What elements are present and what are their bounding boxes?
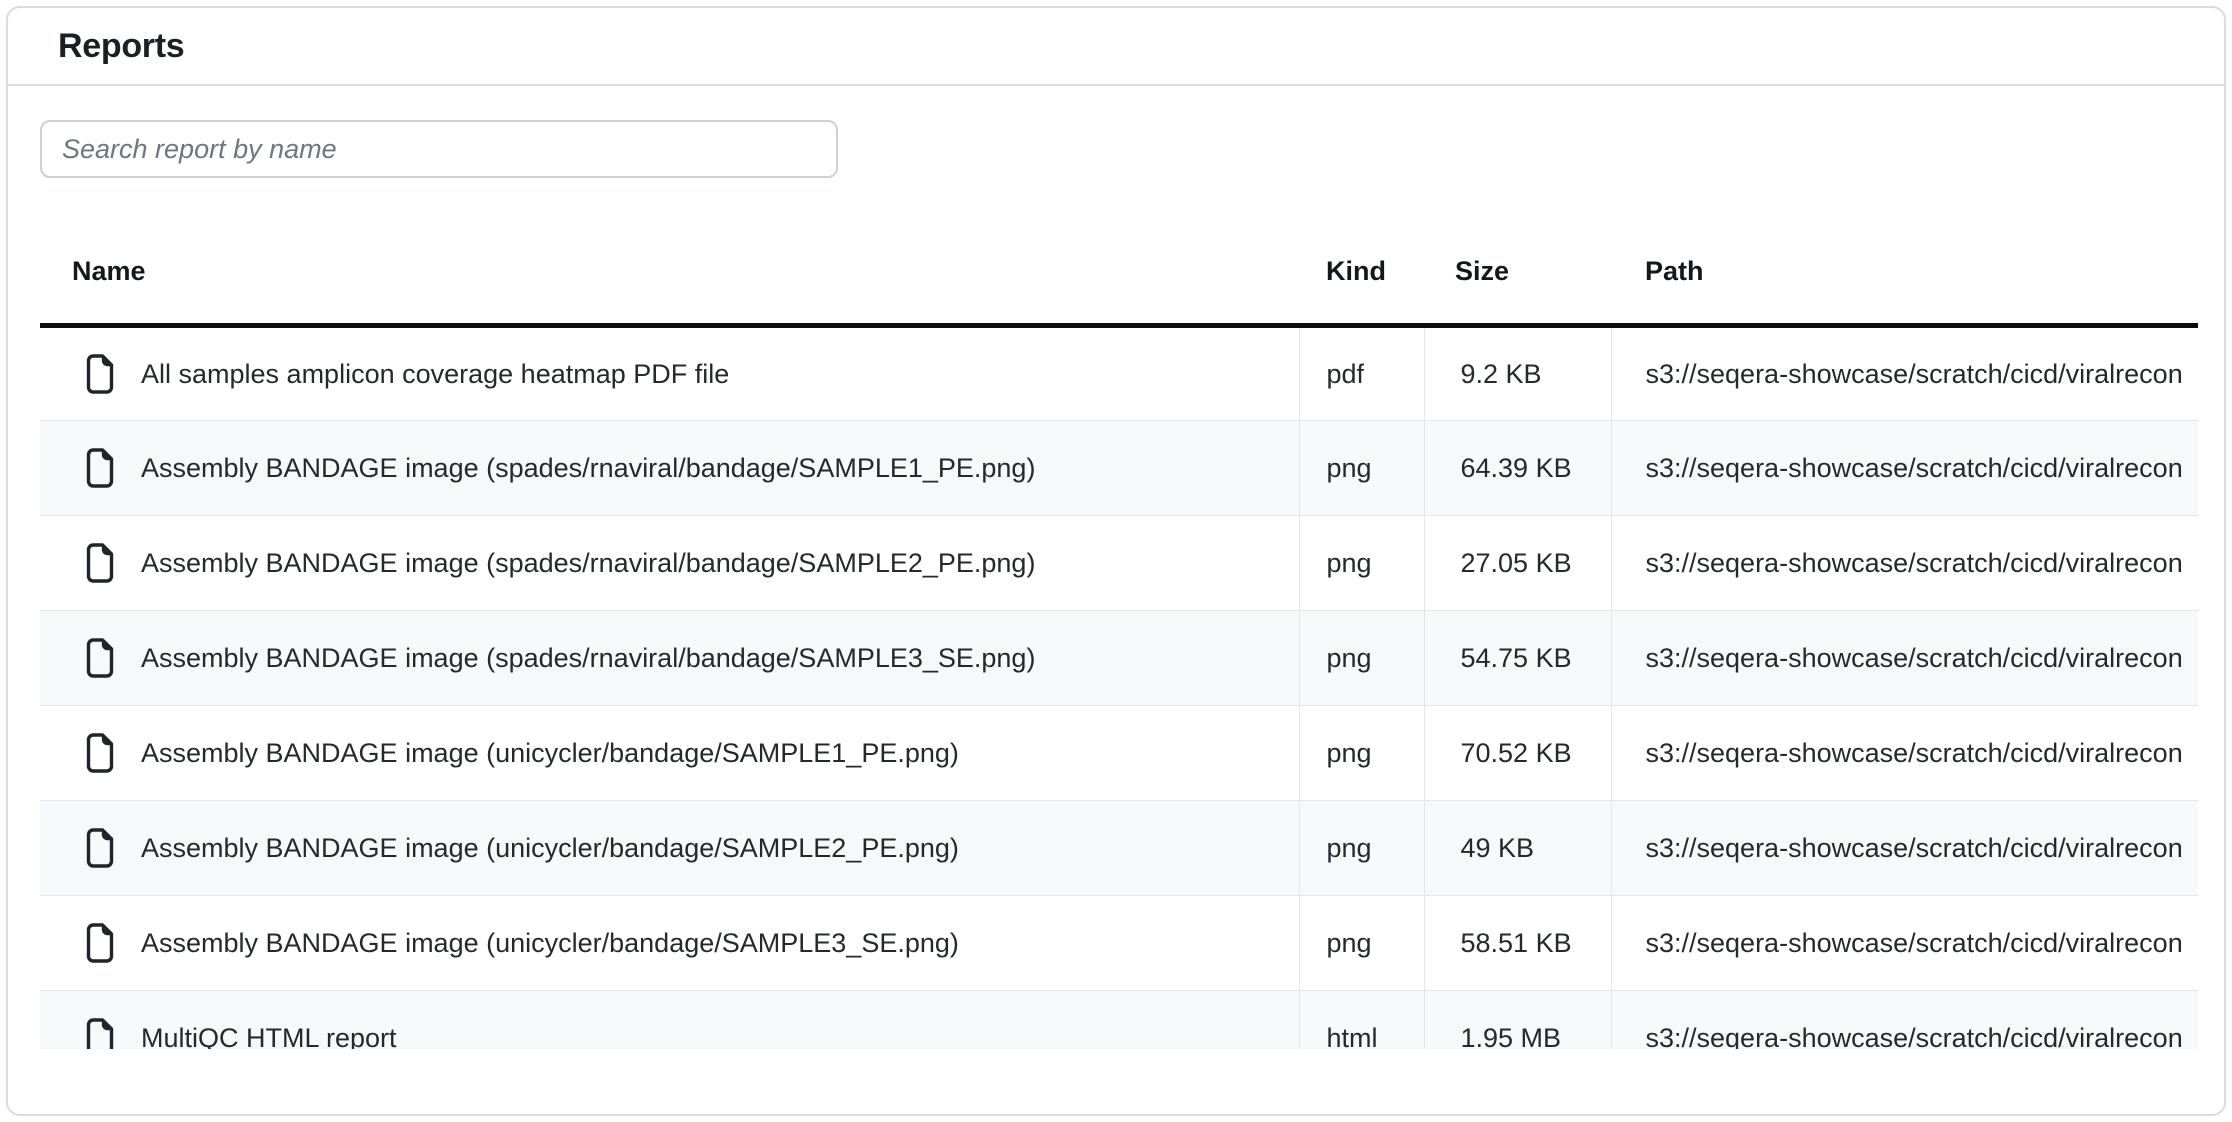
- file-earmark-icon: [85, 923, 115, 963]
- report-name-cell: Assembly BANDAGE image (unicycler/bandag…: [40, 896, 1299, 991]
- report-path: s3://seqera-showcase/scratch/cicd/viralr…: [1611, 516, 2198, 611]
- search-input[interactable]: [40, 120, 838, 178]
- table-header-row: Name Kind Size Path: [40, 232, 2198, 326]
- report-path: s3://seqera-showcase/scratch/cicd/viralr…: [1611, 896, 2198, 991]
- report-name-cell: Assembly BANDAGE image (unicycler/bandag…: [40, 801, 1299, 896]
- report-size: 27.05 KB: [1424, 516, 1611, 611]
- file-earmark-icon: [85, 733, 115, 773]
- report-kind: png: [1299, 611, 1424, 706]
- report-name: Assembly BANDAGE image (spades/rnaviral/…: [141, 453, 1035, 484]
- report-size: 1.95 MB: [1424, 991, 1611, 1050]
- table-row[interactable]: Assembly BANDAGE image (unicycler/bandag…: [40, 801, 2198, 896]
- table-row[interactable]: Assembly BANDAGE image (spades/rnaviral/…: [40, 421, 2198, 516]
- table-row[interactable]: Assembly BANDAGE image (unicycler/bandag…: [40, 706, 2198, 801]
- file-earmark-icon: [85, 1018, 115, 1049]
- column-header-size: Size: [1424, 232, 1611, 326]
- column-header-kind: Kind: [1299, 232, 1424, 326]
- file-earmark-icon: [85, 448, 115, 488]
- report-size: 64.39 KB: [1424, 421, 1611, 516]
- report-path: s3://seqera-showcase/scratch/cicd/viralr…: [1611, 991, 2198, 1050]
- report-path: s3://seqera-showcase/scratch/cicd/viralr…: [1611, 801, 2198, 896]
- report-name-cell: All samples amplicon coverage heatmap PD…: [40, 326, 1299, 421]
- report-kind: png: [1299, 706, 1424, 801]
- report-name: Assembly BANDAGE image (spades/rnaviral/…: [141, 548, 1035, 579]
- report-name: Assembly BANDAGE image (unicycler/bandag…: [141, 738, 959, 769]
- report-path: s3://seqera-showcase/scratch/cicd/viralr…: [1611, 706, 2198, 801]
- report-name: Assembly BANDAGE image (unicycler/bandag…: [141, 928, 959, 959]
- report-name-cell: Assembly BANDAGE image (spades/rnaviral/…: [40, 421, 1299, 516]
- report-kind: png: [1299, 516, 1424, 611]
- report-name: MultiQC HTML report: [141, 1023, 397, 1049]
- report-kind: html: [1299, 991, 1424, 1050]
- report-path: s3://seqera-showcase/scratch/cicd/viralr…: [1611, 421, 2198, 516]
- table-row[interactable]: Assembly BANDAGE image (unicycler/bandag…: [40, 896, 2198, 991]
- report-path: s3://seqera-showcase/scratch/cicd/viralr…: [1611, 611, 2198, 706]
- report-kind: pdf: [1299, 326, 1424, 421]
- table-scroll-area[interactable]: Name Kind Size Path All samples amplicon…: [40, 232, 2198, 1049]
- table-row[interactable]: MultiQC HTML report html 1.95 MB s3://se…: [40, 991, 2198, 1050]
- report-path: s3://seqera-showcase/scratch/cicd/viralr…: [1611, 326, 2198, 421]
- report-kind: png: [1299, 896, 1424, 991]
- report-name: All samples amplicon coverage heatmap PD…: [141, 359, 729, 390]
- report-kind: png: [1299, 801, 1424, 896]
- report-name-cell: Assembly BANDAGE image (spades/rnaviral/…: [40, 611, 1299, 706]
- card-header: Reports: [8, 8, 2224, 86]
- file-earmark-icon: [85, 543, 115, 583]
- report-size: 49 KB: [1424, 801, 1611, 896]
- table-row[interactable]: All samples amplicon coverage heatmap PD…: [40, 326, 2198, 421]
- column-header-path: Path: [1611, 232, 2198, 326]
- card-body: Name Kind Size Path All samples amplicon…: [8, 86, 2224, 1049]
- report-name-cell: MultiQC HTML report: [40, 991, 1299, 1050]
- report-kind: png: [1299, 421, 1424, 516]
- column-header-name: Name: [40, 232, 1299, 326]
- table-row[interactable]: Assembly BANDAGE image (spades/rnaviral/…: [40, 516, 2198, 611]
- report-name: Assembly BANDAGE image (unicycler/bandag…: [141, 833, 959, 864]
- page-title: Reports: [58, 27, 184, 66]
- file-earmark-icon: [85, 828, 115, 868]
- file-earmark-icon: [85, 354, 115, 394]
- report-size: 58.51 KB: [1424, 896, 1611, 991]
- report-name-cell: Assembly BANDAGE image (spades/rnaviral/…: [40, 516, 1299, 611]
- report-size: 70.52 KB: [1424, 706, 1611, 801]
- report-size: 54.75 KB: [1424, 611, 1611, 706]
- report-name-cell: Assembly BANDAGE image (unicycler/bandag…: [40, 706, 1299, 801]
- reports-card: Reports Name Kind Size Path: [6, 6, 2226, 1116]
- file-earmark-icon: [85, 638, 115, 678]
- report-name: Assembly BANDAGE image (spades/rnaviral/…: [141, 643, 1035, 674]
- reports-table: Name Kind Size Path All samples amplicon…: [40, 232, 2198, 1049]
- table-row[interactable]: Assembly BANDAGE image (spades/rnaviral/…: [40, 611, 2198, 706]
- report-size: 9.2 KB: [1424, 326, 1611, 421]
